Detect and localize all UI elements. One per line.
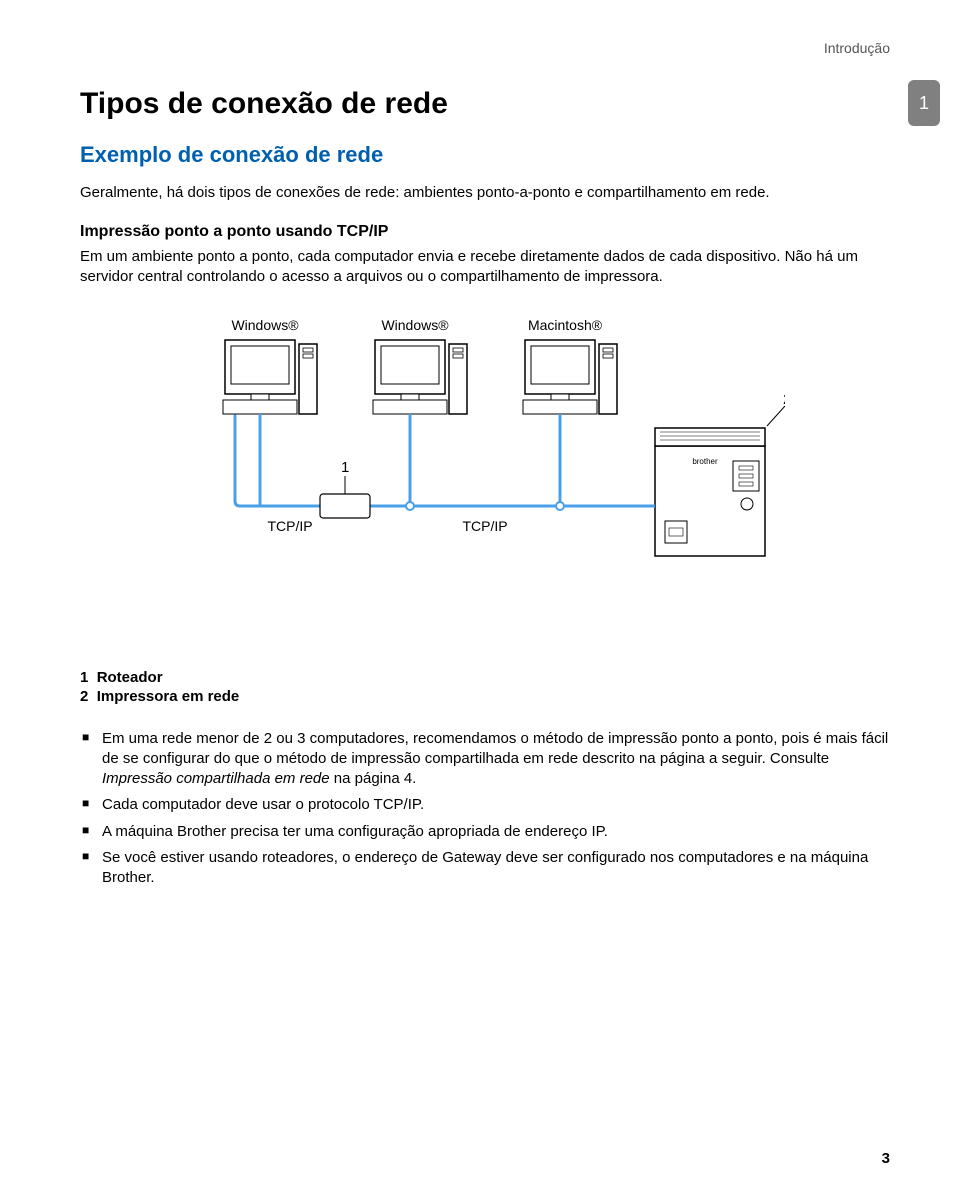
computer-icon-1: [223, 340, 317, 414]
legend-num-1: 1: [80, 669, 88, 686]
document-page: Introdução 1 Tipos de conexão de rede Ex…: [0, 0, 960, 1187]
bullet-1-text-a: Em uma rede menor de 2 ou 3 computadores…: [102, 730, 888, 767]
diagram-label-comp1: Windows®: [231, 317, 299, 333]
svg-text:brother: brother: [692, 457, 718, 466]
body-paragraph: Em um ambiente ponto a ponto, cada compu…: [80, 247, 890, 288]
legend-item-2: 2 Impressora em rede: [80, 688, 890, 705]
legend-item-1: 1 Roteador: [80, 669, 890, 686]
subheading: Impressão ponto a ponto usando TCP/IP: [80, 223, 890, 241]
diagram-label-comp2: Windows®: [381, 317, 449, 333]
chapter-badge: 1: [908, 80, 940, 126]
printer-icon: brother: [655, 428, 765, 556]
legend-text-1: Roteador: [97, 669, 163, 686]
legend-num-2: 2: [80, 688, 88, 705]
network-diagram: Windows® Windows® Macintosh®: [185, 316, 785, 641]
bullet-item-1: Em uma rede menor de 2 ou 3 computadores…: [80, 729, 890, 790]
bullet-item-3: A máquina Brother precisa ter uma config…: [80, 822, 890, 842]
running-head: Introdução: [80, 40, 890, 56]
diagram-printer-ref: 2: [783, 391, 785, 408]
diagram-legend: 1 Roteador 2 Impressora em rede: [80, 669, 890, 705]
computer-icon-3: [523, 340, 617, 414]
diagram-proto-right: TCP/IP: [462, 518, 507, 534]
legend-text-2: Impressora em rede: [97, 688, 240, 705]
diagram-router-ref: 1: [341, 459, 349, 476]
section-subtitle: Exemplo de conexão de rede: [80, 142, 890, 168]
router-icon: [320, 494, 370, 518]
page-number: 3: [882, 1150, 890, 1167]
diagram-proto-left: TCP/IP: [267, 518, 312, 534]
bullet-1-italic: Impressão compartilhada em rede: [102, 770, 330, 787]
diagram-label-comp3: Macintosh®: [528, 317, 603, 333]
bullet-list: Em uma rede menor de 2 ou 3 computadores…: [80, 729, 890, 889]
bullet-1-text-b: na página 4.: [330, 770, 417, 787]
bullet-item-2: Cada computador deve usar o protocolo TC…: [80, 795, 890, 815]
computer-icon-2: [373, 340, 467, 414]
bullet-item-4: Se você estiver usando roteadores, o end…: [80, 848, 890, 889]
network-lines: [235, 414, 655, 506]
intro-paragraph: Geralmente, há dois tipos de conexões de…: [80, 184, 890, 201]
page-title: Tipos de conexão de rede: [80, 86, 890, 122]
